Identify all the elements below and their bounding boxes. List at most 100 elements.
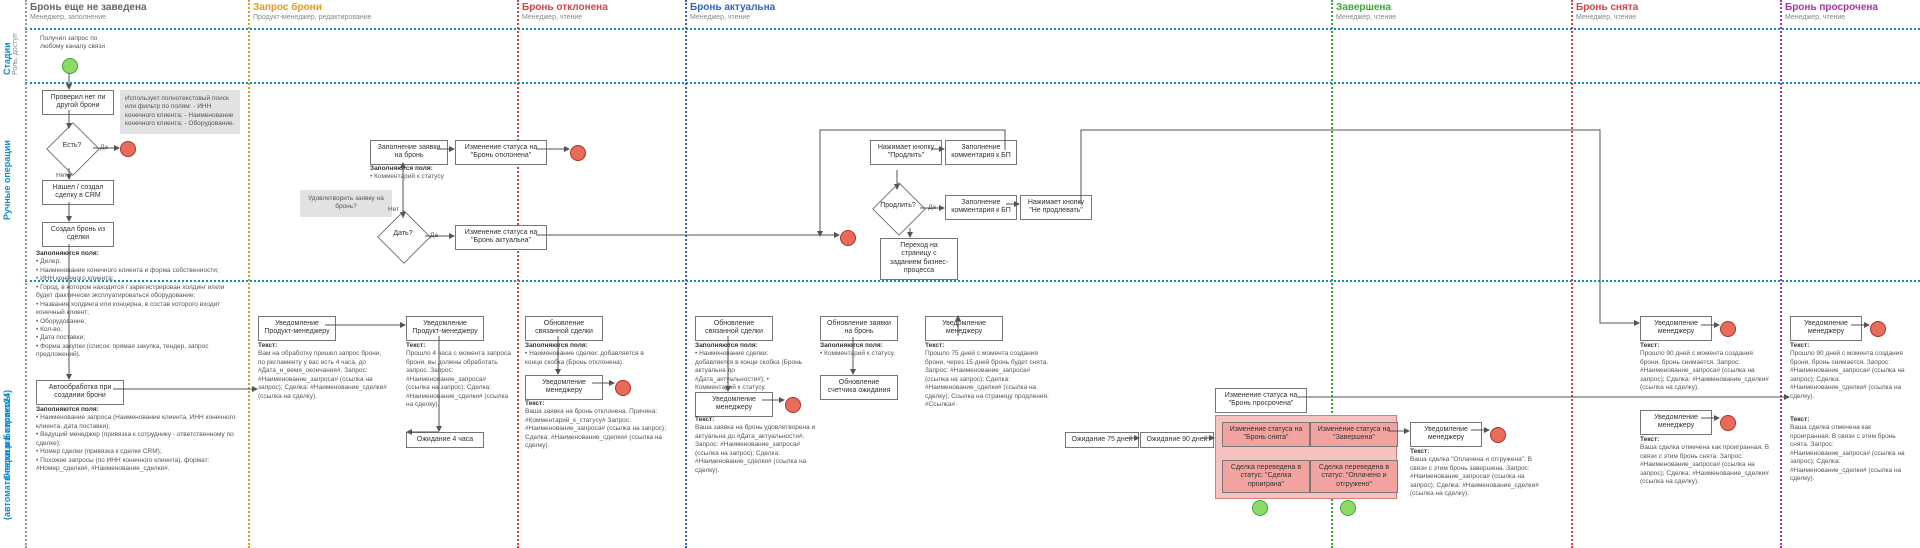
- txt-t1: Текст: Вам на обработку пришел запрос бр…: [258, 342, 388, 401]
- stage-5-sub: Менеджер, чтение: [1336, 14, 1396, 21]
- lane-manual: Ручные операции: [2, 140, 12, 220]
- txt-t9: Текст: Прошло 90 дней с момента создания…: [1640, 342, 1770, 393]
- lbl-no1: Нет: [56, 172, 67, 179]
- note-approve: Удовлетворить заявку на бронь?: [300, 190, 392, 217]
- box-st-over: Изменение статуса на "Бронь просрочена": [1215, 388, 1307, 413]
- lbl-yes3: Да: [928, 204, 936, 211]
- stage-1-title: Бронь еще не заведена: [30, 2, 147, 13]
- box-notify-pm1: Уведомление Продукт-менеджеру: [258, 316, 336, 341]
- box-deal-ship: Сделка переведена в статус: "Оплачено и …: [1310, 460, 1398, 493]
- box-notify-m-p: Уведомление менеджеру: [1790, 316, 1862, 341]
- box-st-decl: Изменение статуса на "Бронь отклонена": [455, 140, 547, 165]
- txt-t2: Текст: Прошло 4 часа с момента запроса б…: [406, 342, 511, 410]
- lane-stages-sub: Роль, доступ: [12, 33, 19, 75]
- end-decl2: [615, 380, 631, 396]
- box-upd-wait: Обновление счетчика ожидания: [820, 375, 898, 400]
- lbl-no2: Нет: [388, 206, 399, 213]
- box-notify-m-a: Уведомление менеджеру: [695, 392, 773, 417]
- end-decl: [570, 145, 586, 161]
- end-s1: [1720, 321, 1736, 337]
- box-st-done: Изменение статуса на "Завершена": [1310, 422, 1398, 447]
- stage-7-sub: Менеджер, чтение: [1785, 14, 1845, 21]
- box-found: Нашел / создал сделку в CRM: [42, 180, 114, 205]
- box-autoproc: Автообработка при создании брони: [36, 380, 124, 405]
- box-notify-m-z: Уведомление менеджеру: [1410, 422, 1482, 447]
- fields1: Заполняются поля: • Дилер; • Наименовани…: [36, 250, 241, 360]
- txt-t8: Текст: Ваша сделка "Оплачена и отгружена…: [1410, 448, 1550, 499]
- stage-1-sub: Менеджер, заполнение: [30, 14, 106, 21]
- diamond-exists: [46, 122, 100, 176]
- box-fill-cmt2: Заполнение комментария к БП: [945, 195, 1017, 220]
- txt-t5b: Заполняются поля: • Комментарий к статус…: [820, 342, 910, 359]
- box-wait4h: Ожидание 4 часа: [406, 432, 484, 448]
- divider: [517, 0, 519, 548]
- box-notify-m75: Уведомление менеджеру: [925, 316, 1003, 341]
- box-create: Создал бронь из сделки: [42, 222, 114, 247]
- box-notify-m-s2: Уведомление менеджеру: [1640, 410, 1712, 435]
- end-exists: [120, 141, 136, 157]
- box-wait90: Ожидание 90 дней: [1140, 432, 1214, 448]
- stage-4-title: Бронь актуальна: [690, 2, 775, 13]
- diamond-give: [377, 210, 431, 264]
- divider: [25, 0, 27, 548]
- txt-t3: Заполняются поля: • Наименование сделки:…: [525, 342, 660, 367]
- end-z: [1490, 427, 1506, 443]
- box-press-no: Нажимает кнопку "Не продлевать": [1020, 195, 1092, 220]
- box-st-act: Изменение статуса на "Бронь актуальна": [455, 225, 547, 250]
- stage-4-sub: Менеджер, чтение: [690, 14, 750, 21]
- box-upd-req: Обновление заявки на бронь: [820, 316, 898, 341]
- stage-6-title: Бронь снята: [1576, 2, 1638, 13]
- stage-7-title: Бронь просрочена: [1785, 2, 1878, 13]
- box-wait75: Ожидание 75 дней: [1065, 432, 1139, 448]
- divider: [1780, 0, 1782, 548]
- box-notify-m-s1: Уведомление менеджеру: [1640, 316, 1712, 341]
- stage-3-title: Бронь отклонена: [522, 2, 608, 13]
- stage-3-sub: Менеджер, чтение: [522, 14, 582, 21]
- start-circle: [62, 58, 78, 74]
- fields2: Заполняются поля: • Наименование запроса…: [36, 406, 241, 474]
- lbl-yes2: Да: [430, 232, 438, 239]
- box-check: Проверил нет ли другой брони: [42, 90, 114, 115]
- box-notify-pm2: Уведомление Продукт-менеджеру: [406, 316, 484, 341]
- lane-auto2: (автоматически в Битрикс24): [2, 390, 12, 520]
- rz-g2: [1340, 500, 1356, 516]
- box-goto-bp: Переход на страницу с заданием бизнес-пр…: [880, 238, 958, 280]
- box-notify-m-d: Уведомление менеджеру: [525, 375, 603, 400]
- fill-fields: Заполняются поля: • Комментарий к статус…: [370, 165, 480, 182]
- lane-stages: Стадии: [2, 42, 12, 75]
- divider: [25, 280, 1920, 282]
- box-upd-deal-d: Обновление связанной сделки: [525, 316, 603, 341]
- start-label: Получил запрос по любому каналу связи: [40, 35, 120, 52]
- txt-t4: Текст: Ваша заявка на бронь отклонена. П…: [525, 400, 675, 451]
- stage-2-title: Запрос брони: [253, 2, 322, 13]
- txt-t10p: Текст: Ваша сделка отмечена как проигран…: [1790, 416, 1910, 484]
- stage-5-title: Завершена: [1336, 2, 1391, 13]
- divider: [685, 0, 687, 548]
- box-st-snyata: Изменение статуса на "Бронь снята": [1222, 422, 1310, 447]
- box-fill-cmt1: Заполнение комментария к БП: [945, 140, 1017, 165]
- stage-6-sub: Менеджер, чтение: [1576, 14, 1636, 21]
- f1-title: Заполняются поля:: [36, 250, 99, 257]
- divider: [25, 82, 1920, 84]
- divider: [248, 0, 250, 548]
- txt-t6: Текст: Ваша заявка на бронь удовлетворен…: [695, 416, 825, 475]
- box-fill: Заполнение заявки на бронь: [370, 140, 448, 165]
- rz-g1: [1252, 500, 1268, 516]
- diamond-extend: [872, 182, 926, 236]
- end-p: [1870, 321, 1886, 337]
- divider: [25, 28, 1920, 30]
- box-deal-over: Сделка переведена в статус: "Сделка прои…: [1222, 460, 1310, 493]
- stage-2-sub: Продукт-менеджер, редактирование: [253, 14, 372, 21]
- divider: [1571, 0, 1573, 548]
- lbl-yes1: Да: [100, 144, 108, 151]
- end-act: [840, 230, 856, 246]
- end-act2: [785, 397, 801, 413]
- txt-t7: Текст: Прошло 75 дней с момента создания…: [925, 342, 1055, 410]
- txt-t10: Текст: Ваша сделка отмечена как проигран…: [1640, 436, 1770, 487]
- txt-t5: Заполняются поля: • Наименование сделки:…: [695, 342, 805, 393]
- note-search: Использует полнотекстовый поиск или филь…: [120, 90, 240, 134]
- box-upd-deal-a: Обновление связанной сделки: [695, 316, 773, 341]
- box-press-ext: Нажимает кнопку "Продлить": [870, 140, 942, 165]
- end-s2: [1720, 415, 1736, 431]
- txt-t9p: Текст: Прошло 90 дней с момента создания…: [1790, 342, 1910, 401]
